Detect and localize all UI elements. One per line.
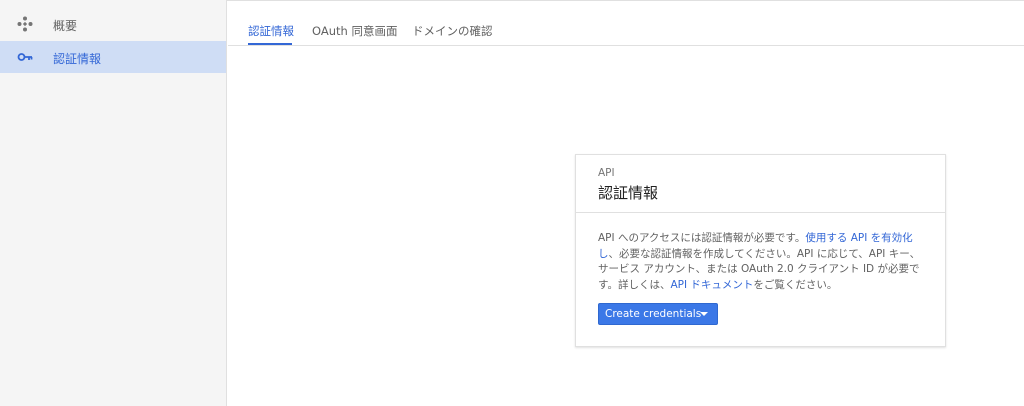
overview-icon — [17, 16, 33, 32]
sidebar-item-label: 認証情報 — [53, 52, 102, 66]
sidebar-item-overview[interactable]: 概要 — [0, 8, 226, 40]
card-title: 認証情報 — [598, 184, 659, 202]
description-text: をご覧ください。 — [753, 278, 838, 291]
description-text: API へのアクセスには認証情報が必要です。 — [598, 232, 806, 244]
api-docs-link[interactable]: API ドキュメント — [670, 279, 753, 291]
sidebar-item-credentials[interactable]: 認証情報 — [0, 41, 226, 73]
sidebar-item-label: 概要 — [53, 19, 78, 33]
tab-credentials[interactable]: 認証情報 — [248, 0, 294, 46]
tab-domain-verification[interactable]: ドメインの確認 — [412, 0, 493, 46]
button-label: Create credentials — [605, 308, 702, 320]
sidebar: 概要 認証情報 — [0, 0, 227, 406]
dropdown-caret-icon — [700, 312, 708, 316]
card-description: API へのアクセスには認証情報が必要です。使用する API を有効化し、必要な… — [598, 231, 928, 293]
card-divider — [576, 212, 945, 213]
create-credentials-button[interactable]: Create credentials — [598, 303, 718, 325]
credentials-card: API 認証情報 API へのアクセスには認証情報が必要です。使用する API … — [575, 154, 946, 347]
app-root: 概要 認証情報 認証情報 OAuth 同意画面 ドメインの確認 API 認証情報… — [0, 0, 1024, 406]
active-tab-indicator — [248, 43, 292, 45]
card-subtitle: API — [598, 167, 615, 179]
tab-oauth-consent[interactable]: OAuth 同意画面 — [312, 0, 397, 46]
key-icon — [17, 53, 33, 61]
tab-bar: 認証情報 OAuth 同意画面 ドメインの確認 — [228, 0, 1024, 46]
